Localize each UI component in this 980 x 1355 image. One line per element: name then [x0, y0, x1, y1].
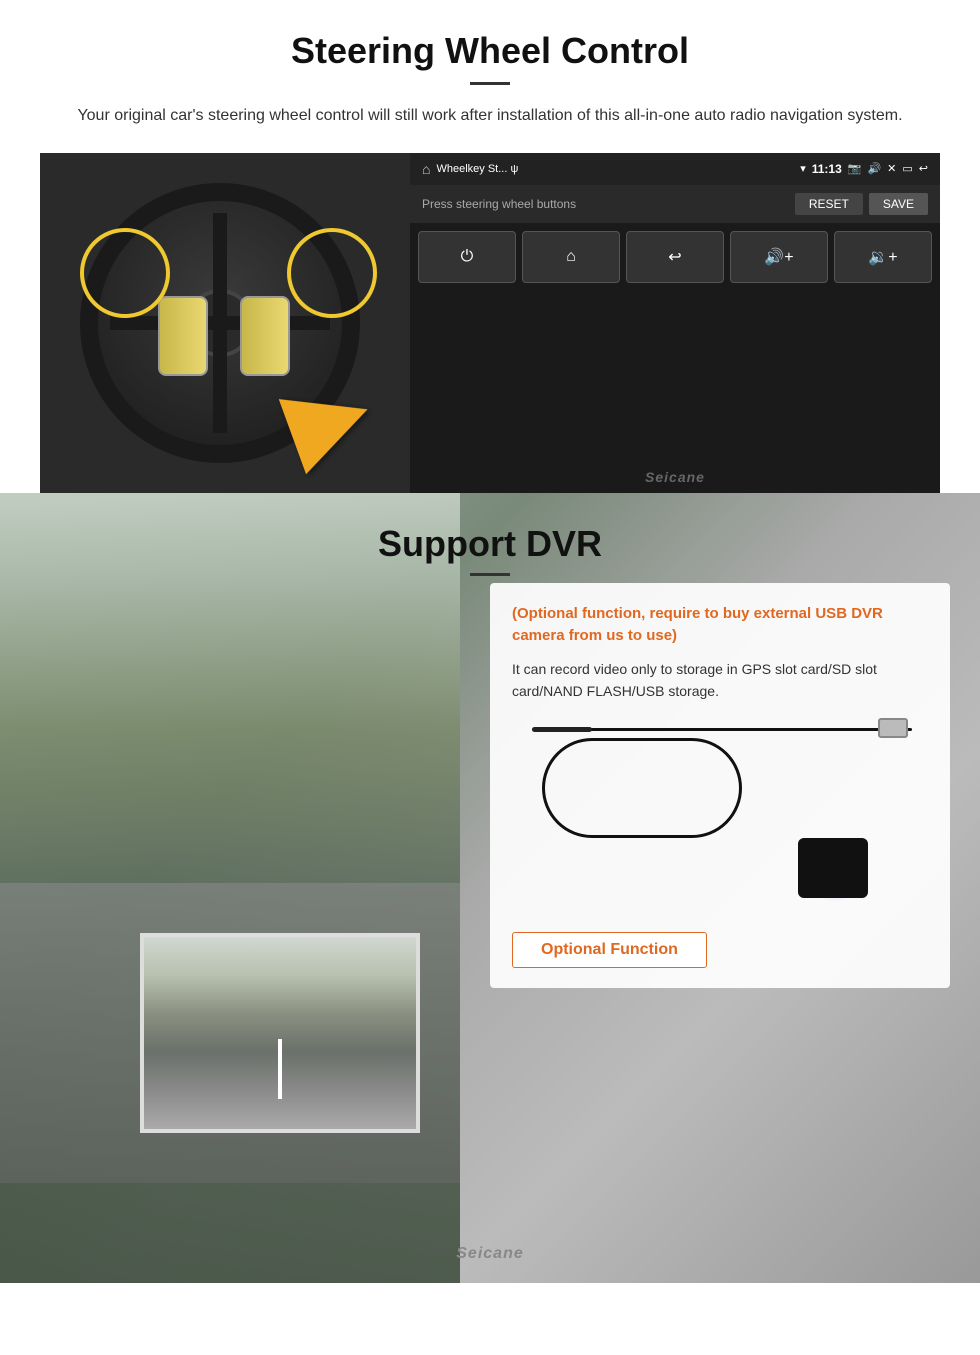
steering-subtitle: Your original car's steering wheel contr… — [40, 103, 940, 129]
steering-demo-area: ⌂ Wheelkey St... ψ ▾ 11:13 📷 🔊 ✕ ▭ ↩ Pre… — [40, 153, 940, 493]
dvr-thumbnail-image — [144, 937, 416, 1129]
dvr-watermark: Seicane — [456, 1245, 523, 1263]
toolbar-hint: Press steering wheel buttons — [422, 197, 576, 211]
highlight-circle-left — [80, 228, 170, 318]
steering-buttons-grid: ⏻ ⌂ ↩ 🔊+ 🔉+ — [410, 223, 940, 461]
camera-body — [798, 838, 868, 898]
app-name: Wheelkey St... ψ — [436, 163, 794, 175]
reset-button[interactable]: RESET — [795, 193, 863, 215]
dvr-info-card: (Optional function, require to buy exter… — [490, 583, 950, 989]
wheel-button-left — [158, 296, 208, 376]
toolbar-buttons[interactable]: RESET SAVE — [795, 193, 928, 215]
dvr-title-divider — [470, 573, 510, 576]
android-statusbar: ⌂ Wheelkey St... ψ ▾ 11:13 📷 🔊 ✕ ▭ ↩ — [410, 153, 940, 185]
save-button[interactable]: SAVE — [869, 193, 928, 215]
steering-photo — [40, 153, 410, 493]
arrow-overlay — [290, 383, 390, 463]
sw-vol-down-btn[interactable]: 🔉+ — [834, 231, 932, 283]
sw-vol-up-btn[interactable]: 🔊+ — [730, 231, 828, 283]
window-icon: ▭ — [902, 162, 912, 175]
status-time: 11:13 — [812, 162, 842, 176]
android-toolbar: Press steering wheel buttons RESET SAVE — [410, 185, 940, 223]
dvr-camera-illustration — [512, 718, 928, 918]
wifi-icon: ▾ — [800, 162, 806, 175]
back-icon: ↩ — [919, 162, 928, 175]
close-icon: ✕ — [887, 162, 896, 175]
android-watermark: Seicane — [410, 461, 940, 493]
dvr-optional-notice: (Optional function, require to buy exter… — [512, 603, 928, 648]
status-icons: ▾ 11:13 📷 🔊 ✕ ▭ ↩ — [800, 162, 928, 176]
steering-section: Steering Wheel Control Your original car… — [0, 0, 980, 493]
camera-cable — [532, 728, 912, 731]
volume-icon: 🔊 — [867, 162, 881, 175]
direction-arrow — [279, 371, 382, 474]
dvr-title-area: Support DVR — [0, 493, 980, 596]
highlight-circle-right — [287, 228, 377, 318]
dvr-title: Support DVR — [0, 523, 980, 565]
dvr-section: Support DVR (Optional function, require … — [0, 493, 980, 1283]
camera-icon: 📷 — [848, 162, 862, 175]
optional-function-button[interactable]: Optional Function — [512, 932, 707, 968]
android-ui-panel: ⌂ Wheelkey St... ψ ▾ 11:13 📷 🔊 ✕ ▭ ↩ Pre… — [410, 153, 940, 493]
home-icon: ⌂ — [422, 161, 430, 177]
title-divider — [470, 82, 510, 85]
sw-back-btn[interactable]: ↩ — [626, 231, 724, 283]
sw-power-btn[interactable]: ⏻ — [418, 231, 516, 283]
wheel-button-right — [240, 296, 290, 376]
sw-home-btn[interactable]: ⌂ — [522, 231, 620, 283]
dvr-description: It can record video only to storage in G… — [512, 658, 928, 703]
dvr-recording-thumbnail — [140, 933, 420, 1133]
usb-connector — [878, 718, 908, 738]
road-center-line — [278, 1039, 282, 1099]
wheel-spoke-vertical — [213, 213, 227, 433]
camera-cable-coil — [542, 738, 742, 838]
steering-title: Steering Wheel Control — [40, 30, 940, 72]
